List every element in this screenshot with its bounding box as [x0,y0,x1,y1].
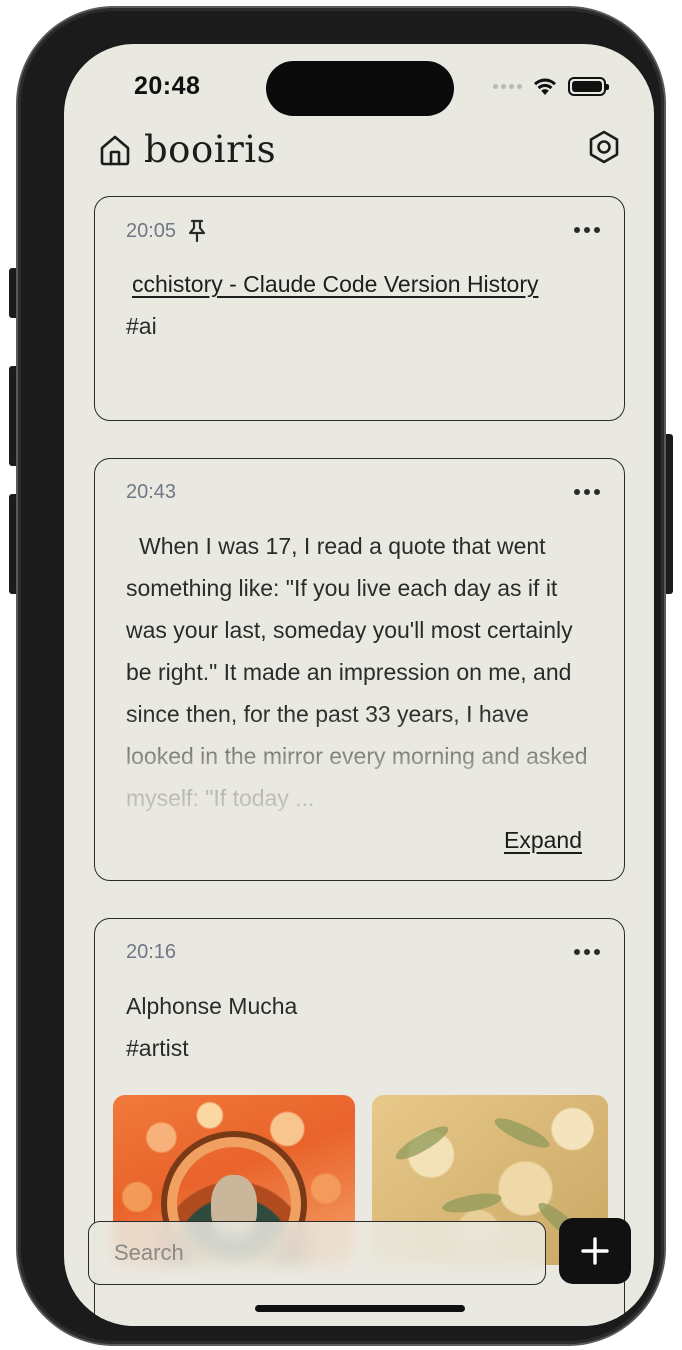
card-tag[interactable]: #artist [126,1027,594,1069]
status-time: 20:48 [134,72,201,100]
app-header: booiris [98,128,622,172]
card-meta: 20:05 [126,219,208,243]
phone-frame: 20:48 booiris 20:05 cchistory - Claude C… [18,8,664,1344]
status-icons [493,76,609,96]
home-icon[interactable] [98,133,132,167]
card-content: cchistory - Claude Code Version History … [126,263,594,347]
card-timestamp: 20:43 [126,481,177,503]
card-timestamp: 20:16 [126,941,177,963]
plus-icon [581,1237,609,1265]
card-meta: 20:43 [126,481,176,504]
settings-icon[interactable] [586,129,622,165]
memo-card[interactable]: 20:43 When I was 17, I read a quote that… [94,458,625,881]
wifi-icon [534,78,556,95]
app-screen: 20:48 booiris 20:05 cchistory - Claude C… [64,44,654,1326]
more-options-icon[interactable] [574,227,600,233]
search-bar[interactable] [88,1221,546,1285]
card-text: When I was 17, I read a quote that went … [126,533,588,811]
search-input[interactable] [114,1240,545,1266]
home-indicator [255,1305,465,1312]
card-title: Alphonse Mucha [126,993,298,1019]
dynamic-island [266,61,454,116]
expand-link[interactable]: Expand [504,827,582,854]
app-title: booiris [144,128,277,171]
card-meta: 20:16 [126,941,176,964]
card-link[interactable]: cchistory - Claude Code Version History [126,271,539,297]
card-content: Alphonse Mucha #artist [126,985,594,1069]
memo-card[interactable]: 20:05 cchistory - Claude Code Version Hi… [94,196,625,421]
add-button[interactable] [559,1218,631,1284]
more-options-icon[interactable] [574,489,600,495]
card-tag[interactable]: #ai [126,305,594,347]
cellular-signal-icon [493,83,522,89]
battery-icon [568,76,609,96]
card-timestamp: 20:05 [126,219,177,242]
pin-icon [188,219,206,243]
more-options-icon[interactable] [574,949,600,955]
